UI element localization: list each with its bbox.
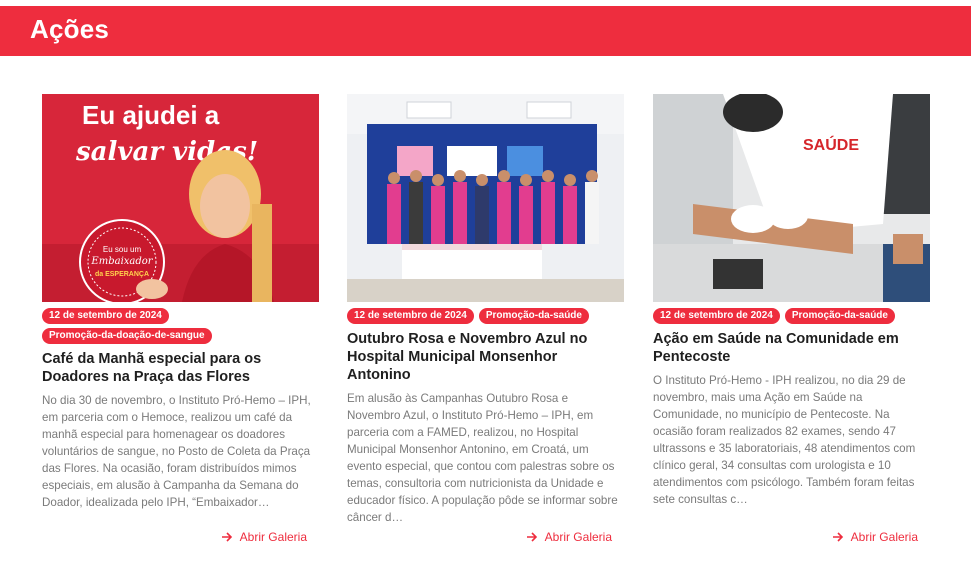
arrow-right-icon bbox=[526, 532, 537, 542]
card-excerpt: Em alusão às Campanhas Outubro Rosa e No… bbox=[347, 392, 618, 524]
section-header: Ações bbox=[0, 6, 971, 56]
open-gallery-link[interactable]: Abrir Galeria bbox=[526, 530, 612, 544]
card-title[interactable]: Outubro Rosa e Novembro Azul no Hospital… bbox=[347, 330, 624, 384]
badge-text-1: Eu sou um bbox=[103, 245, 142, 254]
arrow-right-icon bbox=[221, 532, 232, 542]
arrow-right-icon bbox=[832, 532, 843, 542]
section-title: Ações bbox=[30, 14, 110, 44]
card-excerpt: No dia 30 de novembro, o Instituto Pró-H… bbox=[42, 394, 311, 509]
card-tags: 12 de setembro de 2024 Promoção-da-doaçã… bbox=[42, 308, 319, 344]
card-image[interactable]: SAÚDE bbox=[653, 94, 930, 302]
action-card: 12 de setembro de 2024 Promoção-da-saúde… bbox=[347, 94, 624, 544]
blood-donation-photo: Eu ajudei a salvar vidas! Eu sou um Emba… bbox=[42, 94, 319, 302]
open-gallery-label: Abrir Galeria bbox=[239, 530, 307, 544]
card-tags: 12 de setembro de 2024 Promoção-da-saúde bbox=[347, 308, 624, 324]
open-gallery-label: Abrir Galeria bbox=[850, 530, 918, 544]
health-campaign-photo bbox=[347, 94, 624, 302]
card-excerpt: O Instituto Pró-Hemo - IPH realizou, no … bbox=[653, 374, 916, 506]
image-headline-1: Eu ajudei a bbox=[82, 100, 220, 130]
card-image[interactable] bbox=[347, 94, 624, 302]
open-gallery-label: Abrir Galeria bbox=[544, 530, 612, 544]
shirt-text: SAÚDE bbox=[803, 135, 859, 154]
badge-text-2: Embaixador bbox=[90, 256, 153, 267]
category-badge[interactable]: Promoção-da-saúde bbox=[784, 308, 895, 324]
card-title[interactable]: Ação em Saúde na Comunidade em Pentecost… bbox=[653, 330, 930, 366]
card-title[interactable]: Café da Manhã especial para os Doadores … bbox=[42, 350, 319, 386]
card-image[interactable]: Eu ajudei a salvar vidas! Eu sou um Emba… bbox=[42, 94, 319, 302]
badge-text-3: da ESPERANÇA bbox=[95, 271, 149, 278]
card-tags: 12 de setembro de 2024 Promoção-da-saúde bbox=[653, 308, 930, 324]
action-card: Eu ajudei a salvar vidas! Eu sou um Emba… bbox=[42, 94, 319, 544]
blood-collection-photo: SAÚDE bbox=[653, 94, 930, 302]
category-badge[interactable]: Promoção-da-doação-de-sangue bbox=[42, 328, 212, 344]
open-gallery-link[interactable]: Abrir Galeria bbox=[832, 530, 918, 544]
date-badge: 12 de setembro de 2024 bbox=[653, 308, 780, 324]
open-gallery-link[interactable]: Abrir Galeria bbox=[221, 530, 307, 544]
date-badge: 12 de setembro de 2024 bbox=[347, 308, 474, 324]
action-card: SAÚDE 12 de setembro de 2024 Promoção-da… bbox=[653, 94, 930, 544]
category-badge[interactable]: Promoção-da-saúde bbox=[478, 308, 589, 324]
date-badge: 12 de setembro de 2024 bbox=[42, 308, 169, 324]
